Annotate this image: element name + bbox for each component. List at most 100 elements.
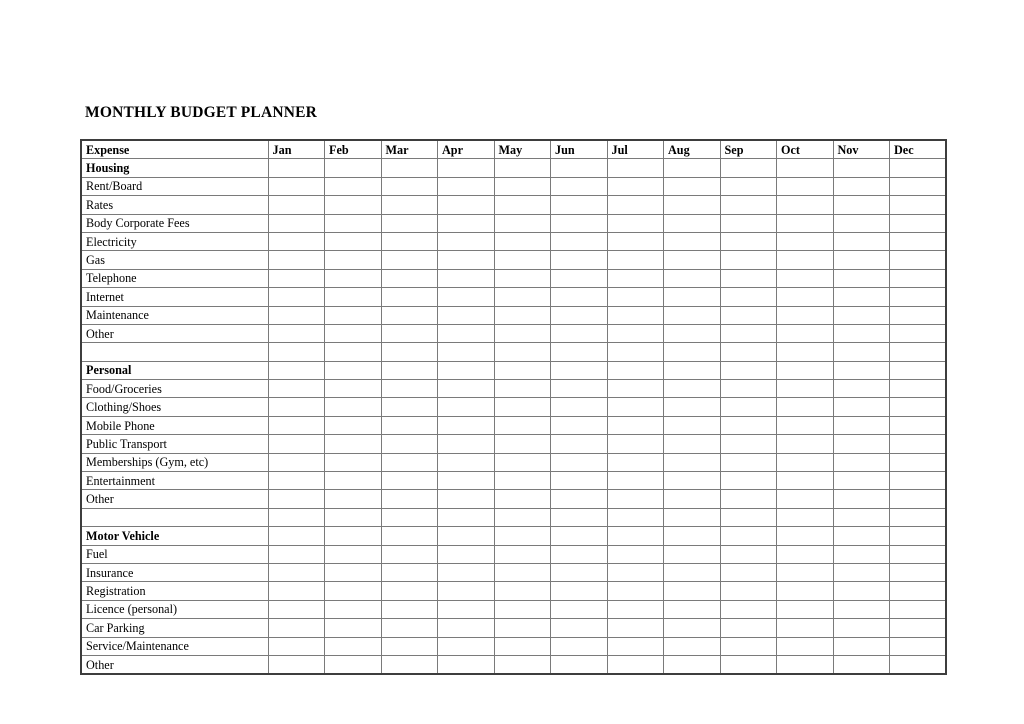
amount-cell-aug[interactable]: [663, 654, 721, 675]
amount-cell-may[interactable]: [493, 489, 551, 509]
amount-cell-mar[interactable]: [380, 213, 438, 233]
amount-cell-jul[interactable]: [606, 581, 664, 601]
amount-cell-oct[interactable]: [776, 158, 834, 178]
amount-cell-jul[interactable]: [606, 471, 664, 491]
amount-cell-jul[interactable]: [606, 268, 664, 289]
amount-cell-mar[interactable]: [380, 415, 438, 436]
amount-cell-jul[interactable]: [606, 507, 664, 528]
amount-cell-nov[interactable]: [832, 415, 890, 436]
amount-cell-jul[interactable]: [606, 360, 664, 381]
amount-cell-nov[interactable]: [832, 342, 890, 362]
amount-cell-mar[interactable]: [380, 452, 438, 473]
amount-cell-sep[interactable]: [719, 195, 777, 215]
amount-cell-sep[interactable]: [719, 507, 777, 528]
amount-cell-mar[interactable]: [380, 176, 438, 197]
amount-cell-may[interactable]: [493, 305, 551, 325]
amount-cell-sep[interactable]: [719, 305, 777, 325]
amount-cell-jul[interactable]: [606, 342, 664, 362]
amount-cell-mar[interactable]: [380, 654, 438, 675]
amount-cell-jul[interactable]: [606, 158, 664, 178]
amount-cell-jul[interactable]: [606, 599, 664, 620]
amount-cell-apr[interactable]: [437, 434, 495, 454]
amount-cell-mar[interactable]: [380, 231, 438, 252]
amount-cell-jan[interactable]: [267, 268, 325, 289]
amount-cell-dec[interactable]: [889, 213, 947, 233]
amount-cell-jan[interactable]: [267, 323, 325, 344]
amount-cell-oct[interactable]: [776, 360, 834, 381]
amount-cell-dec[interactable]: [889, 287, 947, 307]
amount-cell-apr[interactable]: [437, 618, 495, 638]
amount-cell-sep[interactable]: [719, 526, 777, 546]
amount-cell-feb[interactable]: [324, 342, 382, 362]
amount-cell-feb[interactable]: [324, 452, 382, 473]
amount-cell-sep[interactable]: [719, 434, 777, 454]
amount-cell-jan[interactable]: [267, 507, 325, 528]
amount-cell-jan[interactable]: [267, 213, 325, 233]
amount-cell-jul[interactable]: [606, 452, 664, 473]
amount-cell-jun[interactable]: [550, 562, 608, 583]
amount-cell-may[interactable]: [493, 360, 551, 381]
amount-cell-aug[interactable]: [663, 507, 721, 528]
amount-cell-jun[interactable]: [550, 526, 608, 546]
amount-cell-jul[interactable]: [606, 544, 664, 564]
amount-cell-jul[interactable]: [606, 434, 664, 454]
amount-cell-dec[interactable]: [889, 268, 947, 289]
amount-cell-mar[interactable]: [380, 434, 438, 454]
amount-cell-sep[interactable]: [719, 360, 777, 381]
amount-cell-may[interactable]: [493, 250, 551, 270]
amount-cell-mar[interactable]: [380, 287, 438, 307]
amount-cell-may[interactable]: [493, 342, 551, 362]
amount-cell-jan[interactable]: [267, 654, 325, 675]
amount-cell-may[interactable]: [493, 599, 551, 620]
amount-cell-oct[interactable]: [776, 379, 834, 399]
amount-cell-apr[interactable]: [437, 654, 495, 675]
amount-cell-may[interactable]: [493, 195, 551, 215]
amount-cell-jun[interactable]: [550, 379, 608, 399]
amount-cell-jun[interactable]: [550, 231, 608, 252]
amount-cell-apr[interactable]: [437, 489, 495, 509]
amount-cell-jul[interactable]: [606, 287, 664, 307]
amount-cell-oct[interactable]: [776, 636, 834, 656]
amount-cell-apr[interactable]: [437, 507, 495, 528]
amount-cell-jan[interactable]: [267, 415, 325, 436]
amount-cell-jun[interactable]: [550, 213, 608, 233]
amount-cell-nov[interactable]: [832, 489, 890, 509]
amount-cell-feb[interactable]: [324, 379, 382, 399]
amount-cell-oct[interactable]: [776, 231, 834, 252]
amount-cell-dec[interactable]: [889, 618, 947, 638]
amount-cell-dec[interactable]: [889, 581, 947, 601]
amount-cell-jul[interactable]: [606, 397, 664, 417]
amount-cell-dec[interactable]: [889, 342, 947, 362]
amount-cell-feb[interactable]: [324, 507, 382, 528]
amount-cell-mar[interactable]: [380, 526, 438, 546]
amount-cell-feb[interactable]: [324, 213, 382, 233]
amount-cell-apr[interactable]: [437, 287, 495, 307]
amount-cell-apr[interactable]: [437, 213, 495, 233]
amount-cell-jul[interactable]: [606, 213, 664, 233]
amount-cell-oct[interactable]: [776, 323, 834, 344]
amount-cell-dec[interactable]: [889, 636, 947, 656]
amount-cell-may[interactable]: [493, 471, 551, 491]
amount-cell-apr[interactable]: [437, 471, 495, 491]
amount-cell-feb[interactable]: [324, 489, 382, 509]
amount-cell-feb[interactable]: [324, 158, 382, 178]
amount-cell-apr[interactable]: [437, 599, 495, 620]
amount-cell-sep[interactable]: [719, 471, 777, 491]
amount-cell-apr[interactable]: [437, 268, 495, 289]
amount-cell-sep[interactable]: [719, 323, 777, 344]
amount-cell-jun[interactable]: [550, 397, 608, 417]
amount-cell-mar[interactable]: [380, 618, 438, 638]
amount-cell-apr[interactable]: [437, 158, 495, 178]
amount-cell-sep[interactable]: [719, 636, 777, 656]
amount-cell-may[interactable]: [493, 562, 551, 583]
amount-cell-may[interactable]: [493, 544, 551, 564]
amount-cell-jul[interactable]: [606, 636, 664, 656]
amount-cell-oct[interactable]: [776, 195, 834, 215]
amount-cell-feb[interactable]: [324, 415, 382, 436]
amount-cell-oct[interactable]: [776, 250, 834, 270]
amount-cell-mar[interactable]: [380, 562, 438, 583]
amount-cell-aug[interactable]: [663, 213, 721, 233]
amount-cell-feb[interactable]: [324, 471, 382, 491]
amount-cell-sep[interactable]: [719, 231, 777, 252]
amount-cell-jun[interactable]: [550, 305, 608, 325]
